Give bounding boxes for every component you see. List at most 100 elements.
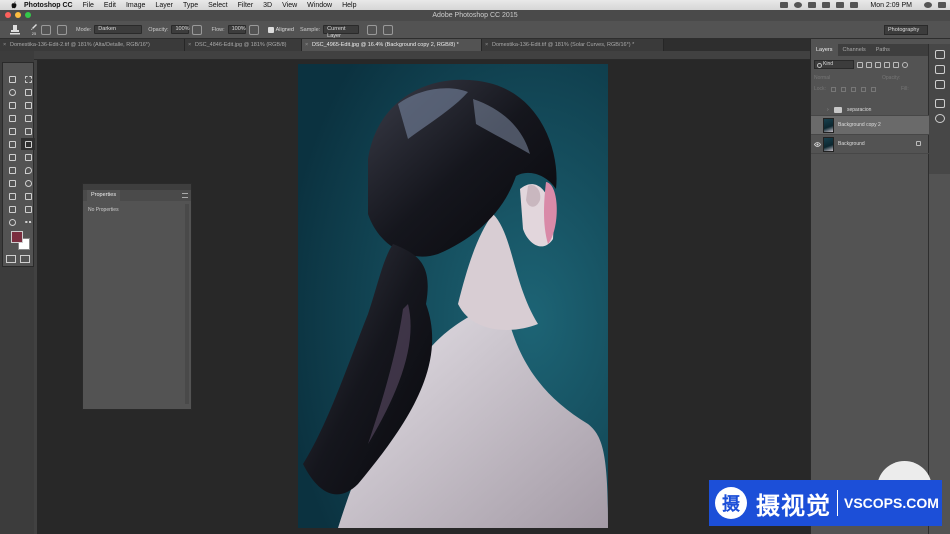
marquee-tool[interactable]: [21, 73, 35, 85]
tab-domestika-136-edit-2[interactable]: × Domestika-136-Edit-2.tif @ 181% (Alta/…: [0, 39, 185, 51]
quick-selection-tool[interactable]: [21, 86, 35, 98]
menu-help[interactable]: Help: [342, 2, 356, 9]
cloud-icon[interactable]: [808, 2, 817, 8]
visibility-toggle[interactable]: [811, 135, 823, 154]
zoom-window-button[interactable]: [25, 12, 31, 18]
tab-paths[interactable]: Paths: [871, 44, 895, 56]
filter-type-icon[interactable]: [875, 61, 881, 68]
screen-mode-icon[interactable]: [20, 255, 30, 263]
path-selection-tool[interactable]: [5, 203, 19, 215]
adjustments-icon[interactable]: [934, 114, 945, 123]
aligned-checkbox[interactable]: [267, 26, 274, 33]
zoom-tool[interactable]: [5, 216, 19, 228]
filter-toggle-icon[interactable]: [902, 61, 908, 68]
paths-icon[interactable]: [934, 80, 945, 89]
pen-tool[interactable]: [5, 190, 19, 202]
opacity-input[interactable]: 100%: [171, 25, 190, 34]
menu-file[interactable]: File: [83, 2, 94, 9]
visibility-toggle[interactable]: [811, 116, 823, 135]
properties-tab[interactable]: Properties: [87, 190, 121, 201]
menu-view[interactable]: View: [282, 2, 297, 9]
more-tools[interactable]: [21, 216, 35, 228]
clone-stamp-tool[interactable]: [5, 125, 19, 137]
sharpen-tool[interactable]: [5, 177, 19, 189]
minimize-window-button[interactable]: [15, 12, 21, 18]
flow-input[interactable]: 100%: [227, 25, 246, 34]
app-menu[interactable]: Photoshop CC: [24, 2, 73, 9]
gradient-tool[interactable]: [5, 164, 19, 176]
filter-adjustment-icon[interactable]: [866, 61, 872, 68]
dropbox-icon[interactable]: [822, 2, 831, 8]
menu-filter[interactable]: Filter: [238, 2, 254, 9]
layer-group-separacion[interactable]: › separacion: [811, 104, 929, 116]
toggle-brush-panel-icon[interactable]: [41, 24, 51, 35]
tool-preset-picker[interactable]: [4, 23, 26, 37]
menu-image[interactable]: Image: [126, 2, 145, 9]
crop-tool[interactable]: [5, 99, 19, 111]
layers-icon[interactable]: [934, 50, 945, 59]
filter-pixel-icon[interactable]: [857, 61, 863, 68]
toggle-clone-source-icon[interactable]: [57, 24, 67, 35]
dodge-tool[interactable]: [21, 177, 35, 189]
pressure-size-icon[interactable]: [383, 24, 394, 35]
brush-preset[interactable]: 25: [30, 23, 38, 36]
close-window-button[interactable]: [5, 12, 11, 18]
expand-group-icon[interactable]: ›: [827, 107, 832, 113]
close-tab-icon[interactable]: ×: [305, 39, 308, 51]
close-tab-icon[interactable]: ×: [3, 39, 6, 51]
battery-icon[interactable]: [850, 2, 859, 8]
ignore-adjustment-layers-icon[interactable]: [367, 24, 378, 35]
3d-icon[interactable]: [934, 65, 945, 74]
document-image[interactable]: [298, 64, 608, 528]
menu-select[interactable]: Select: [208, 2, 227, 9]
healing-brush-tool[interactable]: [5, 112, 19, 124]
menu-window[interactable]: Window: [307, 2, 332, 9]
apple-icon[interactable]: [10, 1, 18, 9]
menu-3d[interactable]: 3D: [263, 2, 272, 9]
workspace-switcher[interactable]: Photography: [884, 25, 928, 35]
menu-edit[interactable]: Edit: [104, 2, 116, 9]
quick-mask-icon[interactable]: [6, 255, 16, 263]
tab-domestika-136-edit[interactable]: × Domestika-136-Edit.tif @ 181% (Solar C…: [482, 39, 664, 51]
notification-center-icon[interactable]: [938, 2, 946, 8]
mixer-brush-tool[interactable]: [5, 151, 19, 163]
blend-mode-select[interactable]: Normal: [814, 75, 854, 81]
tab-channels[interactable]: Channels: [838, 44, 871, 56]
layer-background[interactable]: Background: [811, 135, 929, 154]
mode-select[interactable]: Darken: [94, 25, 143, 34]
menu-layer[interactable]: Layer: [155, 2, 173, 9]
layer-background-copy-2[interactable]: Background copy 2: [811, 116, 929, 135]
close-tab-icon[interactable]: ×: [188, 39, 191, 51]
clone-stamp-tool-active[interactable]: [21, 138, 35, 150]
eraser-tool-2[interactable]: [21, 151, 35, 163]
lasso-tool[interactable]: [5, 86, 19, 98]
filter-shape-icon[interactable]: [884, 61, 890, 68]
wifi-icon[interactable]: [836, 2, 845, 8]
pressure-opacity-icon[interactable]: [192, 24, 203, 35]
spotlight-icon[interactable]: [924, 2, 932, 8]
tab-layers[interactable]: Layers: [811, 44, 838, 56]
type-tool[interactable]: [21, 190, 35, 202]
eyedropper-tool[interactable]: [21, 99, 35, 111]
eraser-tool[interactable]: [5, 138, 19, 150]
horizontal-ruler[interactable]: [34, 51, 810, 60]
brush-tool[interactable]: [21, 112, 35, 124]
close-tab-icon[interactable]: ×: [485, 39, 488, 51]
airbrush-icon[interactable]: [248, 24, 259, 35]
sync-icon[interactable]: [794, 2, 803, 8]
display-icon[interactable]: [780, 2, 789, 8]
filter-smart-object-icon[interactable]: [893, 61, 899, 68]
sample-select[interactable]: Current Layer: [323, 25, 360, 39]
lock-artboard-icon[interactable]: [860, 86, 866, 92]
blur-tool[interactable]: [21, 164, 35, 176]
libraries-icon[interactable]: [934, 99, 945, 108]
lock-position-icon[interactable]: [850, 86, 856, 92]
history-brush-tool[interactable]: [21, 125, 35, 137]
menu-type[interactable]: Type: [183, 2, 198, 9]
lock-transparent-icon[interactable]: [830, 86, 836, 92]
move-tool[interactable]: [5, 73, 19, 85]
lock-image-icon[interactable]: [840, 86, 846, 92]
hand-tool[interactable]: [21, 203, 35, 215]
properties-scrollbar[interactable]: [185, 204, 189, 404]
filter-kind-select[interactable]: Kind: [814, 60, 854, 69]
